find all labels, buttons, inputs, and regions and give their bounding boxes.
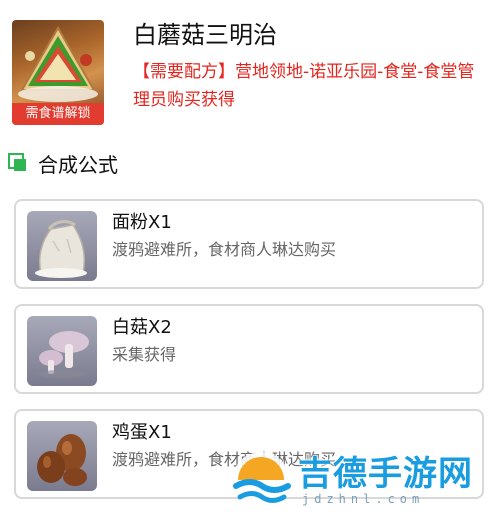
recipe-unlock-badge: 需食谱解锁 [12, 103, 104, 125]
ingredient-source: 渡鸦避难所，食材商人琳达购买 [112, 240, 337, 259]
watermark-url: jdzhnl.com [302, 492, 425, 506]
crafting-formula-header: 合成公式 [8, 146, 118, 180]
item-header: 需食谱解锁 白蘑菇三明治 【需要配方】营地领地-诺亚乐园-食堂-食堂管理员购买获… [0, 0, 500, 130]
site-watermark: 吉德手游网 jdzhnl.com [230, 448, 492, 514]
watermark-brand: 吉德手游网 [298, 454, 473, 494]
dish-title: 白蘑菇三明治 [133, 21, 277, 49]
flour-sack-icon [27, 211, 97, 281]
ingredient-card-mushroom[interactable]: 白菇X2 采集获得 [14, 304, 484, 394]
ingredient-source: 采集获得 [112, 345, 177, 364]
ingredient-name: 面粉X1 [112, 212, 172, 233]
eggs-icon [27, 421, 97, 491]
recipe-requirement-note: 【需要配方】营地领地-诺亚乐园-食堂-食堂管理员购买获得 [133, 62, 475, 110]
sandwich-icon: 需食谱解锁 [12, 20, 104, 125]
white-mushroom-icon [27, 316, 97, 386]
section-title: 合成公式 [38, 152, 118, 177]
ingredient-name: 白菇X2 [112, 317, 172, 338]
ingredient-card-flour[interactable]: 面粉X1 渡鸦避难所，食材商人琳达购买 [14, 199, 484, 289]
watermark-logo-icon [230, 450, 292, 512]
section-bullet-icon [8, 153, 28, 173]
ingredient-name: 鸡蛋X1 [112, 422, 172, 443]
